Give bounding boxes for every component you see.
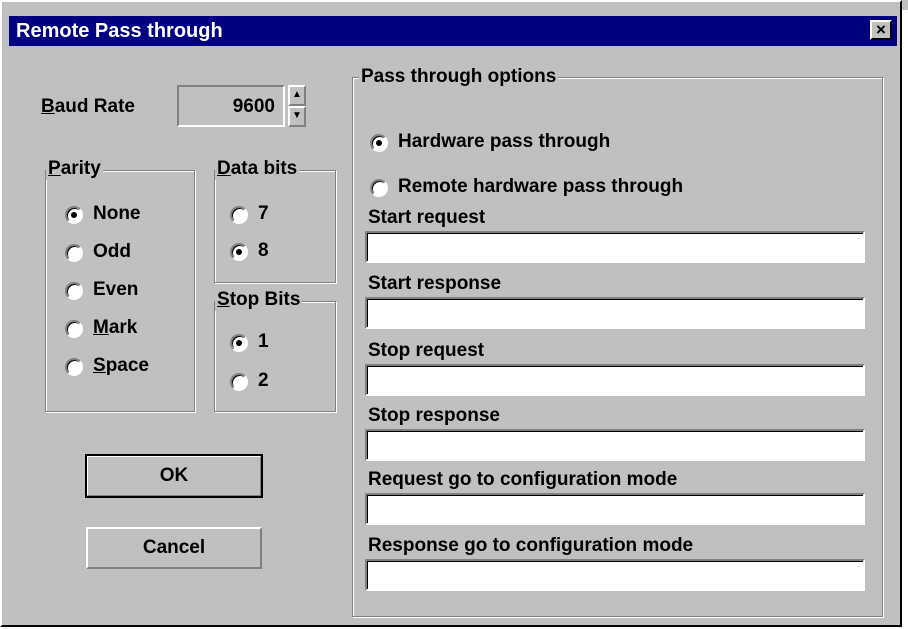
- baud-rate-label: Baud Rate: [41, 96, 135, 117]
- radio-button-icon: [65, 244, 83, 262]
- start-request-input[interactable]: [365, 231, 865, 263]
- stop-bits-group: [214, 301, 336, 412]
- arrow-up-icon: ▲: [292, 89, 302, 100]
- arrow-down-icon: ▼: [292, 110, 302, 121]
- data-bits-group: [214, 170, 336, 283]
- radio-label: Space: [93, 355, 149, 376]
- remote-pass-through-dialog: Remote Pass through × Baud Rate 9600 ▲ ▼…: [0, 0, 902, 627]
- radio-label: Hardware pass through: [398, 131, 611, 152]
- response-go-to-configuration-mode-label: Response go to configuration mode: [368, 535, 694, 556]
- radio-button-icon: [65, 358, 83, 376]
- spin-up-button[interactable]: ▲: [288, 85, 306, 106]
- start-request-label: Start request: [368, 207, 486, 228]
- close-button[interactable]: ×: [870, 20, 892, 40]
- baud-rate-spinner[interactable]: ▲ ▼: [288, 85, 306, 127]
- radio-button-icon: [65, 206, 83, 224]
- stop-request-label: Stop request: [368, 340, 485, 361]
- baud-rate-field[interactable]: 9600: [177, 85, 285, 127]
- request-go-to-configuration-mode-input[interactable]: [365, 493, 865, 525]
- radio-label: Odd: [93, 241, 131, 262]
- radio-button-icon: [230, 334, 248, 352]
- radio-label: 2: [258, 370, 269, 391]
- radio-button-icon: [65, 282, 83, 300]
- response-go-to-configuration-mode-input[interactable]: [365, 559, 865, 591]
- radio-button-icon: [230, 373, 248, 391]
- start-response-input[interactable]: [365, 297, 865, 329]
- pass-through-options-title: Pass through options: [359, 66, 559, 88]
- stop-response-label: Stop response: [368, 405, 500, 426]
- stop-response-input[interactable]: [365, 429, 865, 461]
- cancel-button[interactable]: Cancel: [86, 527, 262, 569]
- radio-button-icon: [370, 179, 388, 197]
- parity-group-title: Parity: [46, 158, 103, 180]
- radio-label: 8: [258, 240, 269, 261]
- radio-button-icon: [370, 134, 388, 152]
- spin-down-button[interactable]: ▼: [288, 106, 306, 127]
- title-bar: Remote Pass through ×: [9, 16, 897, 46]
- stop-request-input[interactable]: [365, 364, 865, 396]
- radio-label: 7: [258, 203, 269, 224]
- close-icon: ×: [876, 20, 886, 39]
- request-go-to-configuration-mode-label: Request go to configuration mode: [368, 469, 678, 490]
- stop-bits-group-title: Stop Bits: [215, 289, 303, 311]
- radio-label: Remote hardware pass through: [398, 176, 684, 197]
- radio-button-icon: [65, 320, 83, 338]
- radio-label: Even: [93, 279, 139, 300]
- start-response-label: Start response: [368, 273, 502, 294]
- baud-rate-value: 9600: [232, 96, 275, 117]
- radio-label: None: [93, 203, 141, 224]
- radio-button-icon: [230, 243, 248, 261]
- radio-label: Mark: [93, 317, 138, 338]
- radio-button-icon: [230, 206, 248, 224]
- dialog-title: Remote Pass through: [16, 20, 223, 42]
- ok-button[interactable]: OK: [85, 454, 263, 498]
- data-bits-group-title: Data bits: [215, 158, 300, 180]
- radio-label: 1: [258, 331, 269, 352]
